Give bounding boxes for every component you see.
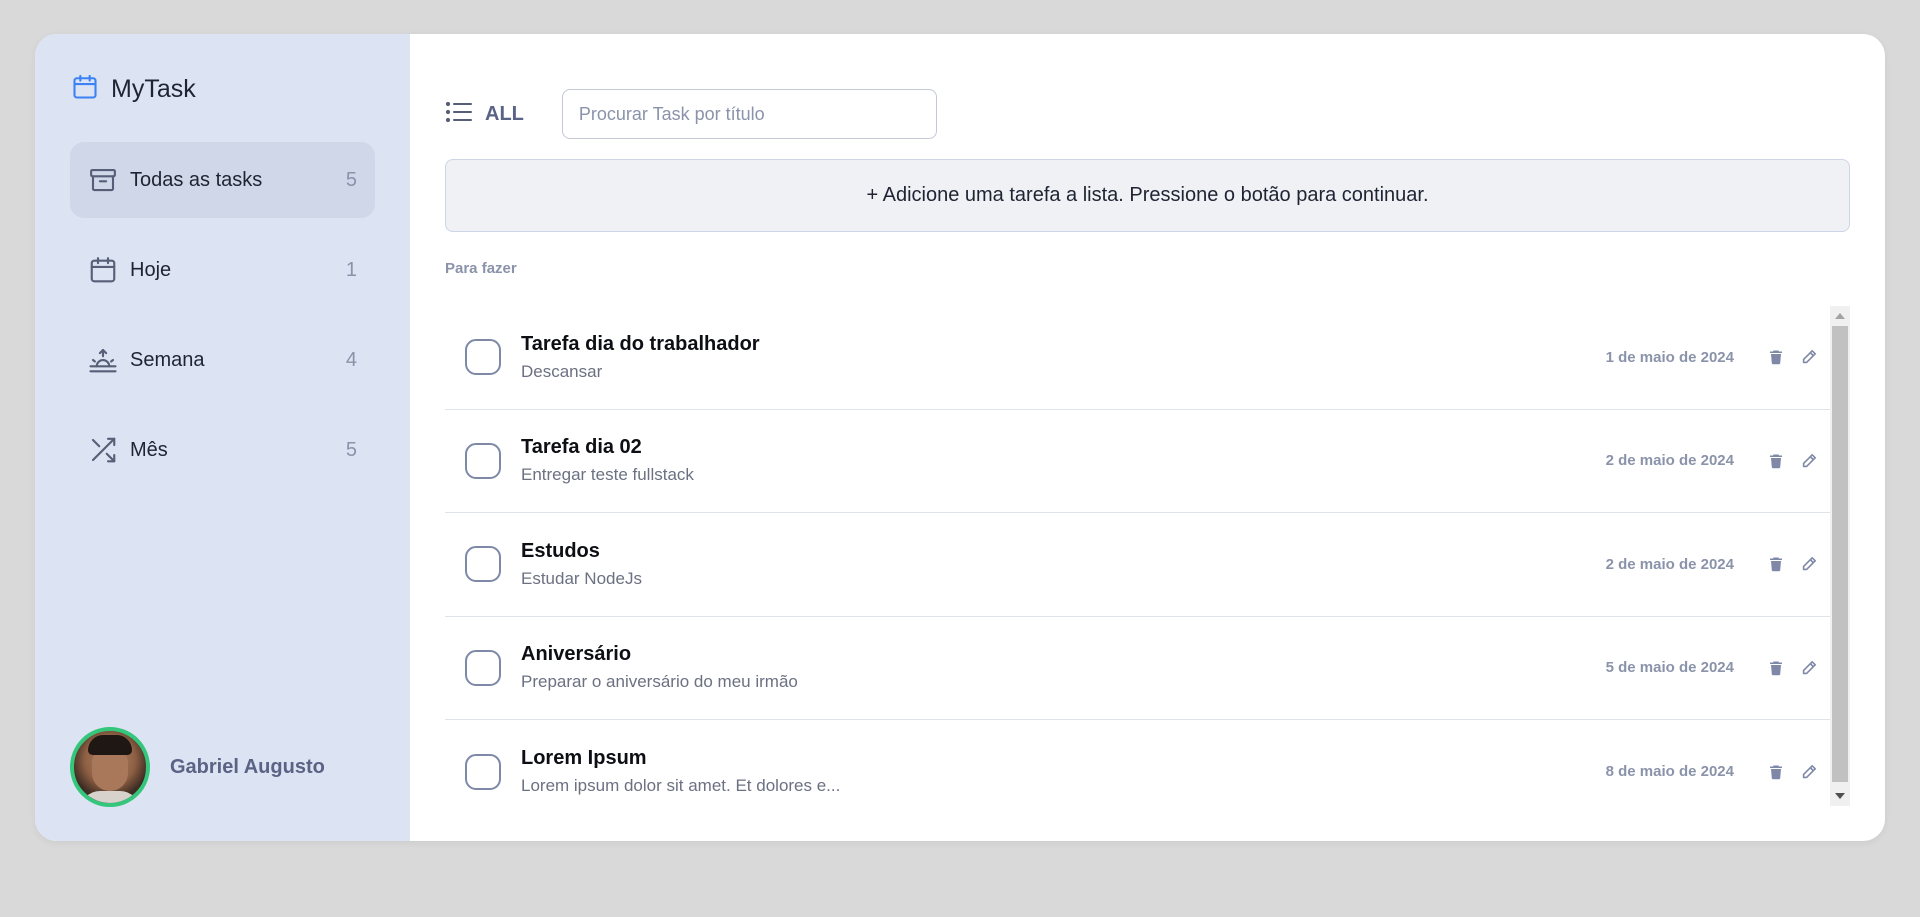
sidebar: MyTask Todas as tasks 5 Hoje 1 Semana 4 … [35, 34, 410, 841]
task-description: Preparar o aniversário do meu irmão [521, 672, 798, 692]
task-row: Lorem Ipsum Lorem ipsum dolor sit amet. … [445, 720, 1830, 824]
main-content: ALL + Adicione uma tarefa a lista. Press… [410, 34, 1885, 841]
task-date: 2 de maio de 2024 [1605, 452, 1734, 470]
brand-name: MyTask [111, 75, 196, 103]
calendar-icon [88, 255, 118, 285]
task-date: 5 de maio de 2024 [1605, 659, 1734, 677]
pencil-icon[interactable] [1800, 348, 1818, 366]
pencil-icon[interactable] [1800, 555, 1818, 573]
task-title: Lorem Ipsum [521, 747, 647, 770]
task-row: Estudos Estudar NodeJs 2 de maio de 2024 [445, 513, 1830, 617]
sidebar-item-today[interactable]: Hoje 1 [70, 232, 375, 308]
trash-icon[interactable] [1767, 659, 1785, 677]
filter-label: ALL [485, 102, 524, 125]
task-date: 2 de maio de 2024 [1605, 555, 1734, 573]
sidebar-item-label: Hoje [130, 258, 172, 281]
user-profile[interactable]: Gabriel Augusto [70, 727, 325, 807]
task-title: Tarefa dia 02 [521, 436, 642, 459]
sunrise-icon [88, 345, 118, 375]
trash-icon[interactable] [1767, 555, 1785, 573]
filter-all-button[interactable]: ALL [445, 100, 524, 129]
sidebar-item-week[interactable]: Semana 4 [70, 322, 375, 398]
sidebar-item-all-tasks[interactable]: Todas as tasks 5 [70, 142, 375, 218]
task-checkbox[interactable] [465, 753, 501, 790]
search-input[interactable] [561, 89, 937, 139]
task-description: Entregar teste fullstack [521, 465, 694, 485]
task-checkbox[interactable] [465, 649, 501, 686]
scroll-up-arrow[interactable] [1835, 313, 1845, 319]
task-description: Descansar [521, 361, 603, 381]
pencil-icon[interactable] [1800, 659, 1818, 677]
sidebar-item-label: Todas as tasks [130, 168, 263, 191]
task-description: Estudar NodeJs [521, 568, 642, 588]
toolbar: ALL [445, 89, 937, 139]
task-checkbox[interactable] [465, 546, 501, 583]
shuffle-icon [88, 435, 118, 465]
calendar-icon [71, 72, 99, 107]
sidebar-item-count: 1 [345, 258, 357, 281]
task-title: Tarefa dia do trabalhador [521, 332, 760, 355]
task-description: Lorem ipsum dolor sit amet. Et dolores e… [521, 776, 841, 796]
scroll-down-arrow[interactable] [1835, 793, 1845, 799]
task-checkbox[interactable] [465, 442, 501, 479]
task-list-scrollbar[interactable] [1830, 306, 1850, 806]
task-row: Aniversário Preparar o aniversário do me… [445, 617, 1830, 720]
sidebar-item-label: Mês [130, 438, 168, 461]
brand: MyTask [71, 72, 196, 107]
sidebar-item-count: 5 [345, 168, 357, 191]
archive-icon [88, 165, 118, 195]
pencil-icon[interactable] [1800, 763, 1818, 781]
add-task-button[interactable]: + Adicione uma tarefa a lista. Pressione… [445, 159, 1850, 232]
sidebar-item-label: Semana [130, 348, 205, 371]
sidebar-nav: Todas as tasks 5 Hoje 1 Semana 4 Mês 5 [70, 142, 375, 502]
task-title: Estudos [521, 539, 600, 562]
app-window: MyTask Todas as tasks 5 Hoje 1 Semana 4 … [35, 34, 1885, 841]
section-title: Para fazer [445, 260, 517, 277]
trash-icon[interactable] [1767, 452, 1785, 470]
scrollbar-thumb[interactable] [1832, 326, 1848, 782]
user-name: Gabriel Augusto [170, 755, 325, 778]
sidebar-item-count: 4 [345, 348, 357, 371]
task-date: 8 de maio de 2024 [1605, 763, 1734, 781]
trash-icon[interactable] [1767, 763, 1785, 781]
pencil-icon[interactable] [1800, 452, 1818, 470]
task-row: Tarefa dia do trabalhador Descansar 1 de… [445, 306, 1830, 410]
sidebar-item-count: 5 [345, 438, 357, 461]
sidebar-item-month[interactable]: Mês 5 [70, 412, 375, 488]
list-icon [445, 100, 473, 129]
trash-icon[interactable] [1767, 348, 1785, 366]
task-row: Tarefa dia 02 Entregar teste fullstack 2… [445, 410, 1830, 513]
task-checkbox[interactable] [465, 339, 501, 376]
task-list: Tarefa dia do trabalhador Descansar 1 de… [445, 306, 1830, 824]
task-date: 1 de maio de 2024 [1605, 348, 1734, 366]
task-title: Aniversário [521, 643, 632, 666]
avatar[interactable] [70, 727, 150, 807]
